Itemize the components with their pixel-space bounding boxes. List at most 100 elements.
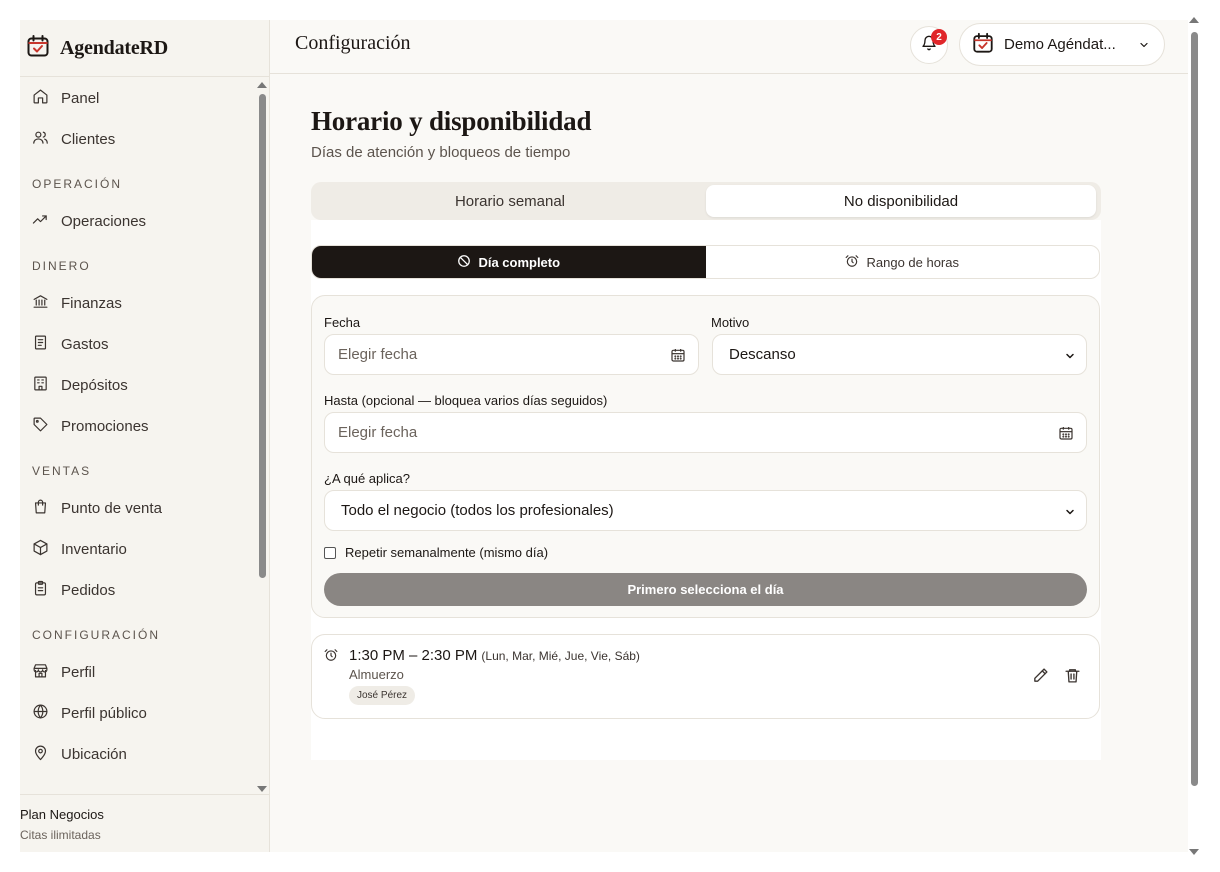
bank-icon <box>32 293 49 314</box>
sidebar-item-perfil-publico[interactable]: Perfil público <box>20 693 270 734</box>
block-reason: Almuerzo <box>349 667 404 682</box>
sidebar-section-ventas: VENTAS <box>32 464 92 478</box>
sidebar-item-label: Operaciones <box>61 213 147 230</box>
checkbox-box[interactable] <box>324 546 336 559</box>
calendar-icon[interactable] <box>1058 425 1074 445</box>
applies-value: Todo el negocio (todos los profesionales… <box>341 502 614 519</box>
ban-icon <box>457 254 471 271</box>
tab-horario-semanal[interactable]: Horario semanal <box>315 185 705 217</box>
alarm-clock-icon <box>324 648 338 667</box>
tag-icon <box>32 416 49 437</box>
reason-label: Motivo <box>711 315 750 330</box>
repeat-weekly-checkbox[interactable]: Repetir semanalmente (mismo día) <box>324 545 548 560</box>
date-placeholder: Elegir fecha <box>338 346 418 363</box>
box-icon <box>32 539 49 560</box>
time-range-button[interactable]: Rango de horas <box>706 246 1100 278</box>
account-avatar-icon <box>972 32 994 58</box>
sidebar-item-label: Promociones <box>61 418 149 435</box>
full-day-button[interactable]: Día completo <box>312 246 706 278</box>
plan-title: Plan Negocios <box>20 807 104 822</box>
home-icon <box>32 88 49 109</box>
block-days: (Lun, Mar, Mié, Jue, Vie, Sáb) <box>481 649 640 663</box>
sidebar-section-configuracion: CONFIGURACIÓN <box>32 628 160 642</box>
page-title: Horario y disponibilidad <box>311 106 592 136</box>
page-subtitle: Días de atención y bloqueos de tiempo <box>311 144 571 161</box>
chevron-down-icon <box>1064 505 1076 522</box>
submit-block-button[interactable]: Primero selecciona el día <box>324 573 1087 606</box>
sidebar-item-label: Panel <box>61 90 100 107</box>
sidebar-item-pedidos[interactable]: Pedidos <box>20 570 270 611</box>
sidebar-item-label: Perfil <box>61 664 96 681</box>
until-date-input[interactable]: Elegir fecha <box>324 412 1087 453</box>
sidebar-item-label: Finanzas <box>61 295 122 312</box>
sidebar-item-clientes[interactable]: Clientes <box>20 119 270 160</box>
until-label: Hasta (opcional — bloquea varios días se… <box>324 393 608 408</box>
bag-icon <box>32 498 49 519</box>
account-menu-button[interactable]: Demo Agéndat... <box>959 23 1165 66</box>
trend-icon <box>32 211 49 232</box>
scroll-down-arrow-icon[interactable] <box>257 786 267 792</box>
sidebar-item-label: Depósitos <box>61 377 128 394</box>
notifications-badge: 2 <box>931 29 947 45</box>
sidebar-item-label: Ubicación <box>61 746 127 763</box>
pin-icon <box>32 744 49 765</box>
main-content: Horario y disponibilidad Días de atenció… <box>311 106 1101 760</box>
tab-no-disponibilidad[interactable]: No disponibilidad <box>706 185 1096 217</box>
page-scroll-thumb[interactable] <box>1191 32 1198 786</box>
sidebar-item-label: Punto de venta <box>61 500 162 517</box>
scroll-down-arrow-icon[interactable] <box>1189 849 1199 855</box>
unavailability-panel: Día completo Rango de horas Fecha Elegir… <box>311 220 1101 760</box>
sidebar-item-label: Perfil público <box>61 705 147 722</box>
pencil-icon[interactable] <box>1032 667 1049 689</box>
sidebar-item-ubicacion[interactable]: Ubicación <box>20 734 270 775</box>
block-time: 1:30 PM – 2:30 PM (Lun, Mar, Mié, Jue, Vi… <box>349 647 640 664</box>
account-name: Demo Agéndat... <box>1004 36 1116 53</box>
date-label: Fecha <box>324 315 361 330</box>
sidebar-scroll-thumb[interactable] <box>259 94 266 578</box>
receipt-icon <box>32 334 49 355</box>
sidebar-item-punto-de-venta[interactable]: Punto de venta <box>20 488 270 529</box>
sidebar-item-promociones[interactable]: Promociones <box>20 406 270 447</box>
reason-select[interactable]: Descanso <box>712 334 1087 375</box>
sidebar-item-gastos[interactable]: Gastos <box>20 324 270 365</box>
page-scrollbar[interactable] <box>1188 17 1200 855</box>
block-mode-toggle: Día completo Rango de horas <box>311 245 1100 279</box>
chevron-down-icon <box>1064 349 1076 366</box>
schedule-tabs: Horario semanal No disponibilidad <box>311 182 1101 220</box>
sidebar-item-perfil[interactable]: Perfil <box>20 652 270 693</box>
brand[interactable]: AgendateRD <box>20 20 269 77</box>
sidebar-item-finanzas[interactable]: Finanzas <box>20 283 270 324</box>
sidebar: AgendateRD Panel Clientes OPERACIÓN Operaci… <box>20 20 270 852</box>
until-placeholder: Elegir fecha <box>338 424 418 441</box>
app-window: AgendateRD Panel Clientes OPERACIÓN Operaci… <box>20 20 1188 852</box>
applies-select[interactable]: Todo el negocio (todos los profesionales… <box>324 490 1087 531</box>
store-icon <box>32 662 49 683</box>
scroll-up-arrow-icon[interactable] <box>1189 17 1199 23</box>
building-icon <box>32 375 49 396</box>
date-input[interactable]: Elegir fecha <box>324 334 699 375</box>
sidebar-item-inventario[interactable]: Inventario <box>20 529 270 570</box>
block-time-range: 1:30 PM – 2:30 PM <box>349 647 478 664</box>
calendar-logo-icon <box>26 34 50 63</box>
full-day-label: Día completo <box>478 254 561 270</box>
sidebar-item-label: Pedidos <box>61 582 116 599</box>
sidebar-nav: Panel Clientes OPERACIÓN Operaciones DINERO F… <box>20 78 270 794</box>
sidebar-scrollbar[interactable] <box>256 78 268 794</box>
calendar-icon[interactable] <box>670 347 686 367</box>
clipboard-icon <box>32 580 49 601</box>
trash-icon[interactable] <box>1064 667 1081 689</box>
sidebar-item-panel[interactable]: Panel <box>20 78 270 119</box>
alarm-clock-icon <box>845 254 859 271</box>
applies-label: ¿A qué aplica? <box>324 471 411 486</box>
chevron-down-icon <box>1138 38 1150 55</box>
sidebar-item-operaciones[interactable]: Operaciones <box>20 201 270 242</box>
sidebar-item-label: Clientes <box>61 131 116 148</box>
block-form: Fecha Elegir fecha Motivo Descanso Hasta… <box>311 295 1100 618</box>
sidebar-item-depositos[interactable]: Depósitos <box>20 365 270 406</box>
scroll-up-arrow-icon[interactable] <box>257 82 267 88</box>
plan-info: Plan Negocios Citas ilimitadas <box>20 794 270 852</box>
plan-subtitle: Citas ilimitadas <box>20 828 101 842</box>
notifications-button[interactable]: 2 <box>910 26 948 64</box>
block-list-item: 1:30 PM – 2:30 PM (Lun, Mar, Mié, Jue, Vi… <box>311 634 1100 719</box>
staff-chip: José Pérez <box>349 686 416 705</box>
